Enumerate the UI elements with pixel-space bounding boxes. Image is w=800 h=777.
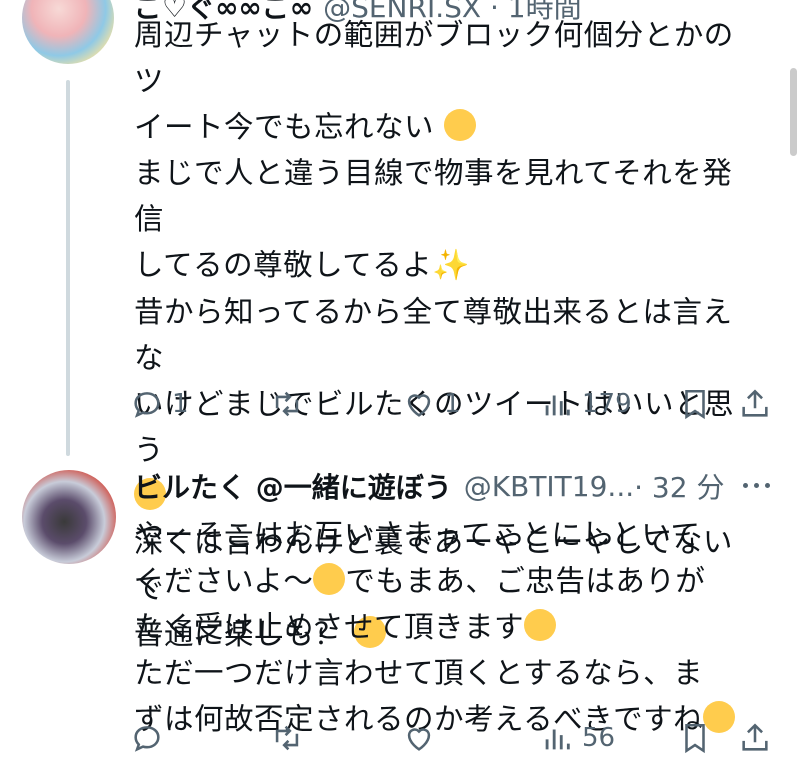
tweet-actions: 1 1 179 bbox=[130, 382, 780, 426]
views-button[interactable]: 56 bbox=[540, 716, 615, 760]
text-line: やーそこはお互いさまってことにしといて bbox=[134, 518, 701, 552]
retweet-icon bbox=[275, 725, 299, 751]
reply-button[interactable]: 1 bbox=[130, 382, 189, 426]
heart-icon bbox=[407, 728, 431, 751]
text-line: まじで人と違う目線で物事を見れてそれを発信 bbox=[134, 156, 733, 236]
reply-icon bbox=[134, 392, 160, 418]
retweet-icon bbox=[275, 391, 299, 417]
text-line: してるの尊敬してるよ bbox=[134, 248, 433, 282]
like-button[interactable] bbox=[402, 716, 436, 760]
heart-icon bbox=[407, 394, 431, 417]
tweet-actions: 56 bbox=[130, 716, 780, 760]
sparkles-emoji: ✨ bbox=[432, 248, 471, 283]
thread-connector-line bbox=[66, 80, 70, 456]
bookmark-icon bbox=[685, 389, 705, 420]
reply-count: 1 bbox=[172, 389, 189, 419]
author-handle[interactable]: @KBTIT19... bbox=[464, 470, 634, 503]
text-line: くださいよ〜 bbox=[134, 564, 314, 598]
winking-tongue-emoji bbox=[313, 563, 346, 595]
bookmark-icon bbox=[685, 723, 705, 754]
share-icon bbox=[742, 723, 768, 751]
retweet-button[interactable] bbox=[270, 716, 304, 760]
bookmark-button[interactable] bbox=[678, 716, 712, 760]
share-icon bbox=[742, 389, 768, 417]
text-line: 昔から知ってるから全て尊敬出来るとは言えな bbox=[134, 295, 733, 375]
views-icon bbox=[545, 395, 570, 416]
text-line: 周辺チャットの範囲がブロック何個分とかのツ bbox=[134, 18, 734, 98]
text-line: イート今でも忘れない bbox=[134, 110, 435, 144]
tweet-time[interactable]: · 32 分 bbox=[634, 466, 724, 506]
avatar[interactable] bbox=[22, 0, 114, 64]
views-button[interactable]: 179 bbox=[540, 382, 632, 426]
share-button[interactable] bbox=[738, 382, 772, 426]
views-icon bbox=[545, 729, 570, 750]
tweet-header: ビルたく @一緒に遊ぼう @KBTIT19... · 32 分 bbox=[134, 466, 724, 506]
view-count: 56 bbox=[582, 723, 616, 753]
view-count: 179 bbox=[582, 389, 632, 419]
text-line: たく受け止めさせて頂きます bbox=[134, 610, 525, 644]
reply-icon bbox=[134, 726, 160, 752]
tweet-text: やーそこはお互いさまってことにしといて くださいよ〜 でもまあ、ご忠告はありが た… bbox=[134, 512, 754, 742]
relieved-emoji bbox=[524, 609, 557, 641]
more-options-button[interactable] bbox=[736, 470, 776, 500]
text-line: ただ一つだけ言わせて頂くとするなら、ま bbox=[134, 656, 704, 690]
hand-over-mouth-emoji bbox=[443, 109, 476, 141]
like-button[interactable]: 1 bbox=[402, 382, 461, 426]
scrollbar[interactable] bbox=[790, 68, 797, 156]
share-button[interactable] bbox=[738, 716, 772, 760]
like-count: 1 bbox=[444, 389, 461, 419]
retweet-button[interactable] bbox=[270, 382, 304, 426]
avatar[interactable] bbox=[22, 470, 116, 564]
bookmark-button[interactable] bbox=[678, 382, 712, 426]
author-name[interactable]: ビルたく @一緒に遊ぼう bbox=[134, 466, 452, 506]
reply-button[interactable] bbox=[130, 716, 164, 760]
text-line: でもまあ、ご忠告はありが bbox=[345, 564, 706, 598]
